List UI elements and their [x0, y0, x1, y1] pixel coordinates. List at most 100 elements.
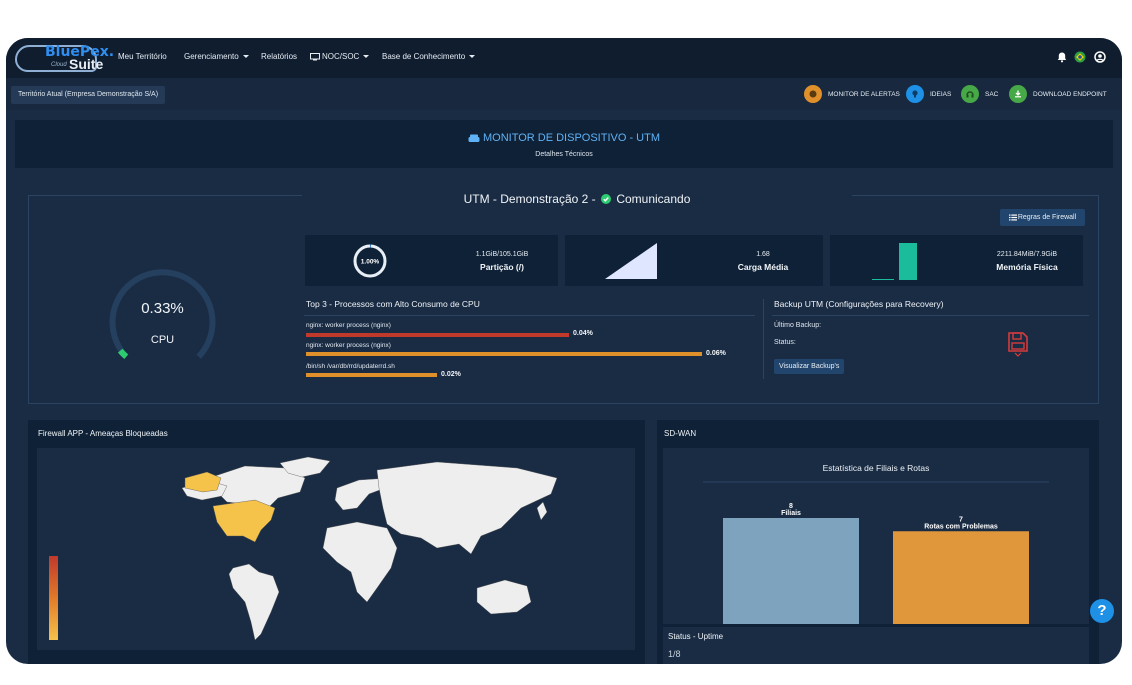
user-icon[interactable]	[1094, 51, 1106, 63]
device-title: UTM - Demonstração 2 - Comunicando	[302, 186, 852, 212]
brazil-flag-icon[interactable]	[1074, 51, 1086, 63]
download-endpoint-link[interactable]: DOWNLOAD ENDPOINT	[1009, 84, 1107, 104]
device-status: Comunicando	[616, 192, 691, 206]
partition-ring: 1.00%	[353, 244, 387, 278]
sac-link[interactable]: SAC	[961, 84, 998, 104]
threat-world-map[interactable]	[37, 448, 635, 650]
uptime-value: 1/8	[668, 649, 681, 659]
process-name: nginx: worker process (nginx)	[306, 322, 391, 329]
monitor-subtitle: Detalhes Técnicos	[535, 151, 593, 158]
process-value: 0.06%	[706, 350, 726, 357]
check-circle-icon	[600, 193, 611, 204]
ideias-label: IDEIAS	[930, 90, 952, 98]
monitor-alertas-label: MONITOR DE ALERTAS	[828, 90, 900, 98]
chart-bar	[723, 518, 859, 624]
device-name: UTM - Demonstração 2 -	[463, 192, 596, 206]
logo[interactable]: BluePex. Cloud Suite	[15, 42, 114, 74]
nav-gerenciamento-label: Gerenciamento	[184, 52, 239, 61]
nav-noc-soc-label: NOC/SOC	[322, 52, 360, 61]
process-bar	[306, 373, 437, 377]
nav-noc-soc[interactable]: NOC/SOC	[310, 52, 370, 61]
nav-base-conhecimento-label: Base de Conhecimento	[382, 52, 466, 61]
monitor-alertas-link[interactable]: MONITOR DE ALERTAS	[804, 84, 900, 104]
download-endpoint-label: DOWNLOAD ENDPOINT	[1033, 90, 1107, 98]
monitor-header: MONITOR DE DISPOSITIVO - UTM Detalhes Té…	[15, 120, 1113, 168]
sdwan-bar-chart: 8Filiais 7Rotas com Problemas	[703, 481, 1049, 624]
stat-partition: 1.00% 1.1GiB/105.1GiB Partição (/)	[305, 235, 558, 286]
chart-data-label: 7	[959, 516, 963, 523]
download-icon	[1009, 85, 1027, 103]
world-map	[49, 456, 558, 641]
map-alaska-threat	[184, 471, 222, 493]
backup-status-label: Status:	[774, 339, 796, 346]
firewall-rules-button[interactable]: Regras de Firewall	[1000, 209, 1085, 226]
chevron-down-icon	[363, 55, 370, 59]
alert-monitor-icon	[804, 85, 822, 103]
cpu-gauge	[109, 269, 216, 360]
chevron-down-icon	[469, 55, 476, 59]
cpu-value: 0.33%	[141, 300, 184, 317]
stat-load: 1.68 Carga Média	[565, 235, 823, 286]
process-bar	[306, 333, 569, 337]
navbar-bg	[6, 38, 1122, 78]
chart-category-label: Filiais	[781, 510, 801, 517]
firewall-rules-label: Regras de Firewall	[1017, 214, 1077, 221]
territory-selector[interactable]: Território Atual (Empresa Demonstração S…	[11, 86, 166, 104]
process-name: nginx: worker process (nginx)	[306, 342, 391, 349]
logo-cloud-text: Cloud	[51, 62, 67, 68]
uptime-title: Status - Uptime	[668, 632, 724, 641]
process-name: /bin/sh /var/db/rrd/updaterrd.sh	[306, 363, 395, 370]
partition-label: Partição (/)	[480, 262, 524, 272]
partition-value: 1.1GiB/105.1GiB	[475, 251, 529, 258]
monitor-title: MONITOR DE DISPOSITIVO - UTM	[15, 132, 1113, 144]
map-australia	[476, 579, 532, 615]
list-icon	[1008, 214, 1017, 221]
lightbulb-icon	[906, 85, 924, 103]
chart-data-label: 8	[789, 503, 793, 510]
chart-category-label: Rotas com Problemas	[924, 523, 998, 530]
logo-brand-dot: .	[108, 44, 115, 60]
map-japan	[536, 501, 548, 521]
sac-label: SAC	[985, 90, 999, 98]
router-icon	[468, 134, 480, 142]
bell-icon[interactable]	[1056, 51, 1068, 63]
view-backups-button[interactable]: Visualizar Backup's	[774, 359, 845, 374]
partition-percent: 1.00%	[361, 259, 380, 266]
process-value: 0.02%	[441, 371, 461, 378]
backup-last-label: Último Backup:	[774, 322, 822, 329]
backup-title: Backup UTM (Configurações para Recovery)	[774, 299, 944, 309]
load-value: 1.68	[756, 251, 770, 258]
nav-base-conhecimento[interactable]: Base de Conhecimento	[382, 52, 476, 61]
chart-bar	[893, 531, 1029, 624]
processes-divider	[304, 315, 755, 316]
uptime-panel	[663, 627, 1089, 664]
stat-memory: 2211.84MiB/7.9GiB Memória Física	[830, 235, 1083, 286]
map-usa-threat	[212, 499, 276, 543]
logo-suite-text: Suite	[69, 56, 104, 72]
sdwan-chart: 8 Filiais 7 Rotas com Problemas	[663, 448, 1089, 624]
process-value: 0.04%	[573, 330, 593, 337]
help-button[interactable]: ?	[1090, 599, 1114, 623]
backup-divider	[763, 299, 764, 379]
memory-bar	[872, 243, 917, 280]
load-triangle	[605, 243, 657, 279]
nav-meu-territorio[interactable]: Meu Território	[118, 52, 167, 61]
sdwan-chart-title: Estatística de Filiais e Rotas	[822, 463, 930, 473]
monitor-icon	[310, 52, 320, 61]
nav-gerenciamento[interactable]: Gerenciamento	[184, 52, 249, 61]
floppy-disk-icon	[1008, 332, 1028, 357]
chevron-down-icon	[242, 55, 249, 59]
map-south-america	[228, 563, 280, 641]
process-bar	[306, 352, 702, 356]
ideias-link[interactable]: IDEIAS	[906, 84, 951, 104]
memory-value: 2211.84MiB/7.9GiB	[996, 251, 1058, 258]
sdwan-title: SD-WAN	[664, 429, 697, 438]
backup-title-divider	[772, 315, 1089, 316]
processes-title: Top 3 - Processos com Alto Consumo de CP…	[306, 299, 480, 309]
load-label: Carga Média	[737, 262, 789, 272]
nav-relatorios[interactable]: Relatórios	[261, 52, 297, 61]
monitor-title-text: MONITOR DE DISPOSITIVO - UTM	[482, 132, 661, 144]
support-icon	[961, 85, 979, 103]
top-navbar: BluePex. Cloud Suite Meu Território Gere…	[6, 38, 1122, 78]
threat-legend-bar	[49, 556, 58, 640]
